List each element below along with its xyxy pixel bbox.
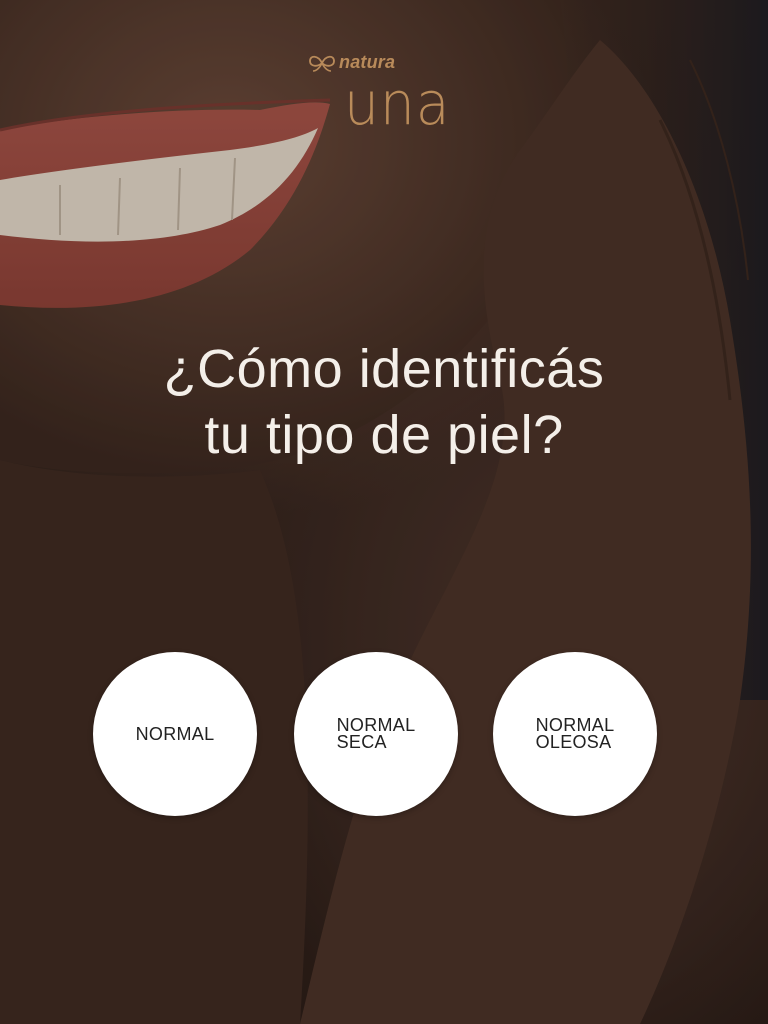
skin-type-question: ¿Cómo identificás tu tipo de piel? — [0, 336, 768, 468]
option-normal-button[interactable]: NORMAL — [93, 652, 257, 816]
option-normal-seca-button[interactable]: NORMAL SECA — [294, 652, 458, 816]
option-label-line-1: NORMAL — [135, 723, 215, 744]
option-label: NORMAL SECA — [336, 716, 416, 752]
option-normal-oleosa-button[interactable]: NORMAL OLEOSA — [493, 652, 657, 816]
option-label-line-2: SECA — [336, 732, 387, 752]
background-photo — [0, 0, 768, 1024]
option-label-line-2: OLEOSA — [535, 732, 612, 752]
question-line-2: tu tipo de piel? — [204, 405, 564, 466]
natura-butterfly-icon — [309, 55, 335, 72]
skin-type-options: NORMAL NORMAL SECA NORMAL OLEOSA — [0, 652, 768, 817]
line-name: una — [344, 69, 451, 139]
option-label: NORMAL — [135, 723, 215, 744]
question-line-1: ¿Cómo identificás — [163, 339, 605, 400]
dark-overlay — [0, 0, 768, 1024]
natura-una-logo: natura una — [300, 48, 480, 148]
option-label: NORMAL OLEOSA — [535, 716, 615, 752]
